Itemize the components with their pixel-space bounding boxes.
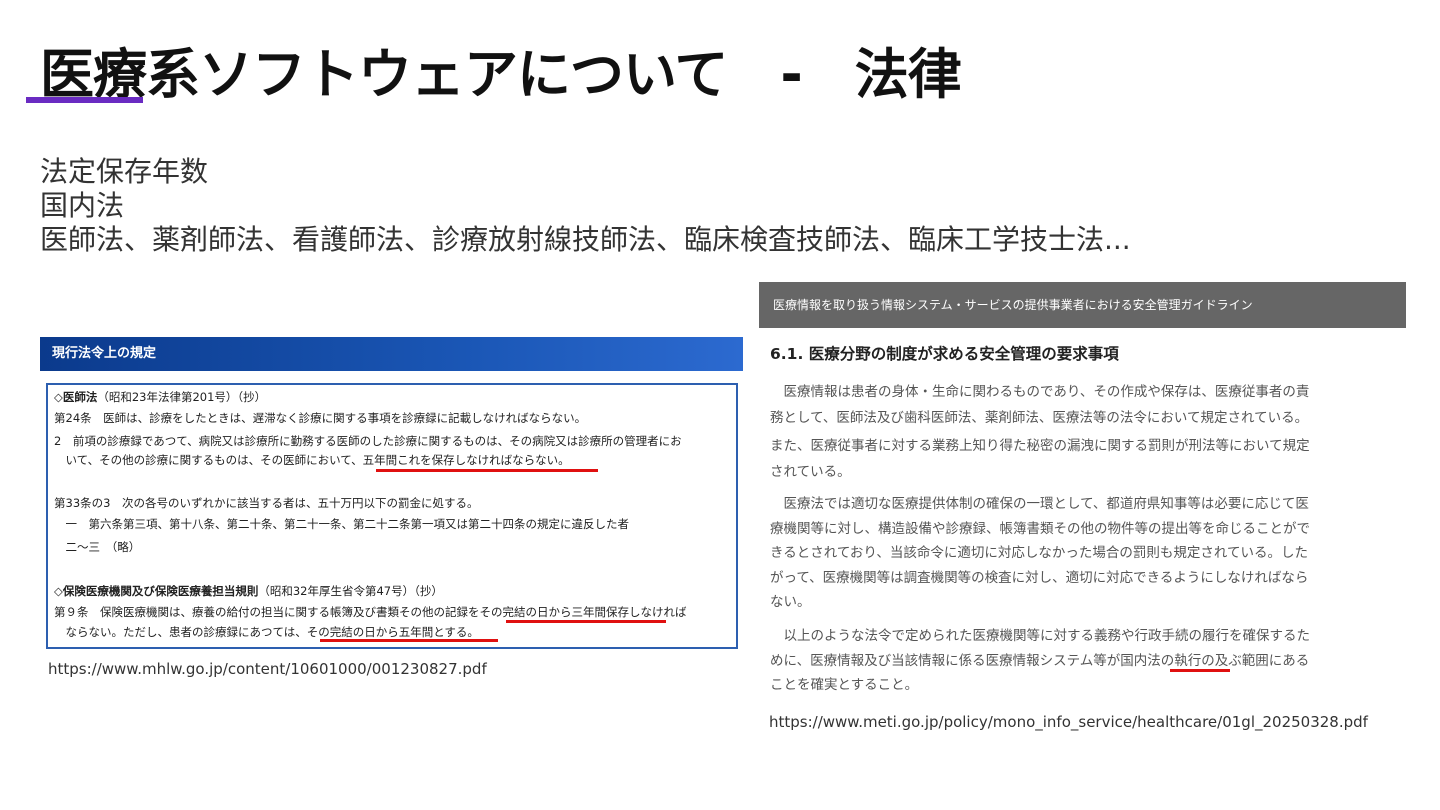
guideline-line: また、医療従事者に対する業務上知り得た秘密の漏洩に関する罰則が刑法等において規定	[770, 438, 1310, 454]
guideline-line: 療機関等に対し、構造設備や診療録、帳簿書類その他の物件等の提出等を命じることがで	[770, 521, 1310, 537]
law-line: 二〜三 （略）	[54, 540, 141, 554]
law-line: ◇医師法（昭和23年法律第201号）（抄）	[54, 390, 267, 404]
law-line: 2 前項の診療録であつて、病院又は診療所に勤務する医師のした診療に関するものは、…	[54, 434, 682, 448]
subtitle-line: 法定保存年数	[40, 155, 209, 188]
section-title: 6.1. 医療分野の制度が求める安全管理の要求事項	[770, 345, 1119, 363]
left-source-url: https://www.mhlw.go.jp/content/10601000/…	[48, 660, 487, 678]
highlight-underline	[376, 469, 598, 472]
right-source-url: https://www.meti.go.jp/policy/mono_info_…	[769, 713, 1368, 731]
guideline-line: されている。	[770, 464, 851, 480]
subtitle-line: 国内法	[40, 189, 125, 222]
left-excerpt-image: 現行法令上の規定 ◇医師法（昭和23年法律第201号）（抄） 第24条 医師は、…	[40, 337, 743, 649]
left-excerpt-box: ◇医師法（昭和23年法律第201号）（抄） 第24条 医師は、診療をしたときは、…	[46, 383, 738, 649]
slide-title: 医療系ソフトウェアについて - 法律	[40, 43, 962, 106]
right-excerpt-image: 医療情報を取り扱う情報システム・サービスの提供事業者における安全管理ガイドライン…	[759, 282, 1406, 702]
guideline-line: めに、医療情報及び当該情報に係る医療情報システム等が国内法の執行の及ぶ範囲にある	[770, 653, 1310, 669]
subtitle-block: 法定保存年数 国内法 医師法、薬剤師法、看護師法、診療放射線技師法、臨床検査技師…	[40, 155, 1131, 257]
highlight-underline	[320, 639, 498, 642]
guideline-line: 医療法では適切な医療提供体制の確保の一環として、都道府県知事等は必要に応じて医	[770, 496, 1309, 512]
guideline-line: きるとされており、当該命令に適切に対応しなかった場合の罰則も規定されている。した	[770, 545, 1308, 561]
law-line: 第33条の3 次の各号のいずれかに該当する者は、五十万円以下の罰金に処する。	[54, 496, 479, 510]
left-excerpt-header: 現行法令上の規定	[40, 337, 743, 371]
law-line: ◇保険医療機関及び保険医療養担当規則（昭和32年厚生省令第47号）（抄）	[54, 584, 443, 598]
highlight-underline	[506, 620, 666, 623]
right-excerpt-header: 医療情報を取り扱う情報システム・サービスの提供事業者における安全管理ガイドライン	[759, 282, 1406, 328]
highlight-underline	[1170, 669, 1230, 672]
guideline-line: 以上のような法令で定められた医療機関等に対する義務や行政手続の履行を確保するた	[770, 628, 1310, 644]
law-line: 一 第六条第三項、第十八条、第二十条、第二十一条、第二十二条第一項又は第二十四条…	[54, 517, 629, 531]
guideline-line: ない。	[770, 594, 811, 610]
guideline-line: がって、医療機関等は調査機関等の検査に対し、適切に対応できるようにしなければなら	[770, 570, 1309, 586]
guideline-line: ことを確実とすること。	[770, 677, 919, 693]
subtitle-line: 医師法、薬剤師法、看護師法、診療放射線技師法、臨床検査技師法、臨床工学技士法..…	[40, 223, 1131, 256]
title-accent-bar	[26, 97, 143, 103]
guideline-line: 医療情報は患者の身体・生命に関わるものであり、その作成や保存は、医療従事者の責	[770, 384, 1310, 400]
guideline-line: 務として、医師法及び歯科医師法、薬剤師法、医療法等の法令において規定されている。	[770, 410, 1309, 426]
law-line: 第９条 保険医療機関は、療養の給付の担当に関する帳簿及び書類その他の記録をその完…	[54, 605, 687, 619]
law-line: ならない。ただし、患者の診療録にあつては、その完結の日から五年間とする。	[54, 625, 479, 639]
law-line: いて、その他の診療に関するものは、その医師において、五年間これを保存しなければな…	[54, 453, 570, 467]
law-line: 第24条 医師は、診療をしたときは、遅滞なく診療に関する事項を診療録に記載しなけ…	[54, 411, 587, 425]
